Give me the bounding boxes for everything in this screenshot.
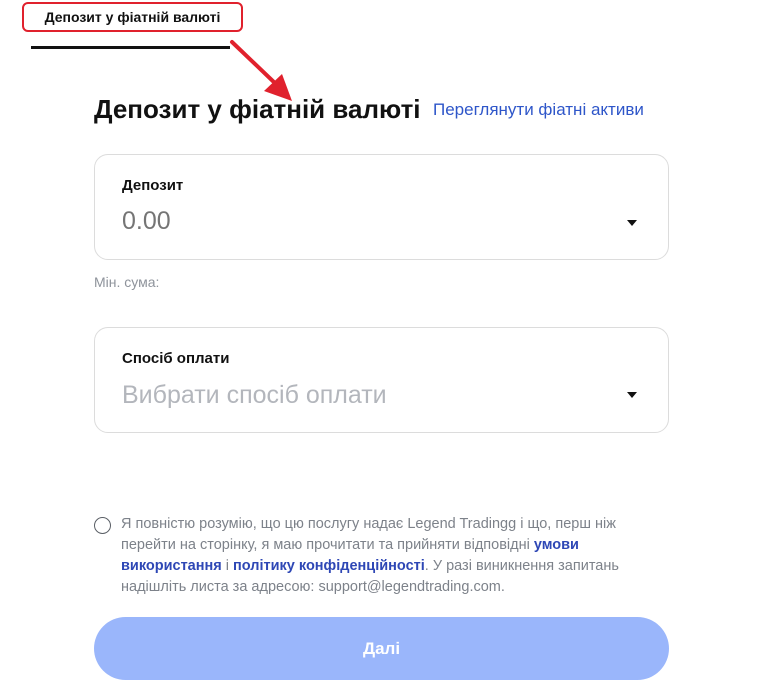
payment-method-placeholder: Вибрати спосіб оплати	[122, 381, 387, 409]
caret-down-icon[interactable]	[627, 392, 637, 398]
deposit-label: Депозит	[122, 177, 184, 194]
deposit-field[interactable]: Депозит	[94, 154, 669, 260]
tab-active-underline	[31, 46, 230, 49]
privacy-policy-link[interactable]: політику конфіденційності	[233, 558, 425, 574]
caret-down-icon[interactable]	[627, 220, 637, 226]
page-title: Депозит у фіатній валюті	[94, 94, 421, 124]
next-button[interactable]: Далі	[94, 617, 669, 680]
terms-checkbox[interactable]	[94, 517, 111, 534]
payment-method-label: Спосіб оплати	[122, 350, 230, 367]
view-fiat-assets-link[interactable]: Переглянути фіатні активи	[433, 100, 644, 120]
payment-method-select[interactable]: Спосіб оплати Вибрати спосіб оплати	[94, 327, 669, 433]
terms-text: Я повністю розумію, що цю послугу надає …	[121, 514, 671, 598]
deposit-amount-input[interactable]	[122, 207, 592, 236]
tab-fiat-deposit[interactable]: Депозит у фіатній валюті	[22, 2, 243, 32]
min-sum-label: Мін. сума:	[94, 274, 160, 290]
terms-connector: і	[221, 558, 234, 574]
